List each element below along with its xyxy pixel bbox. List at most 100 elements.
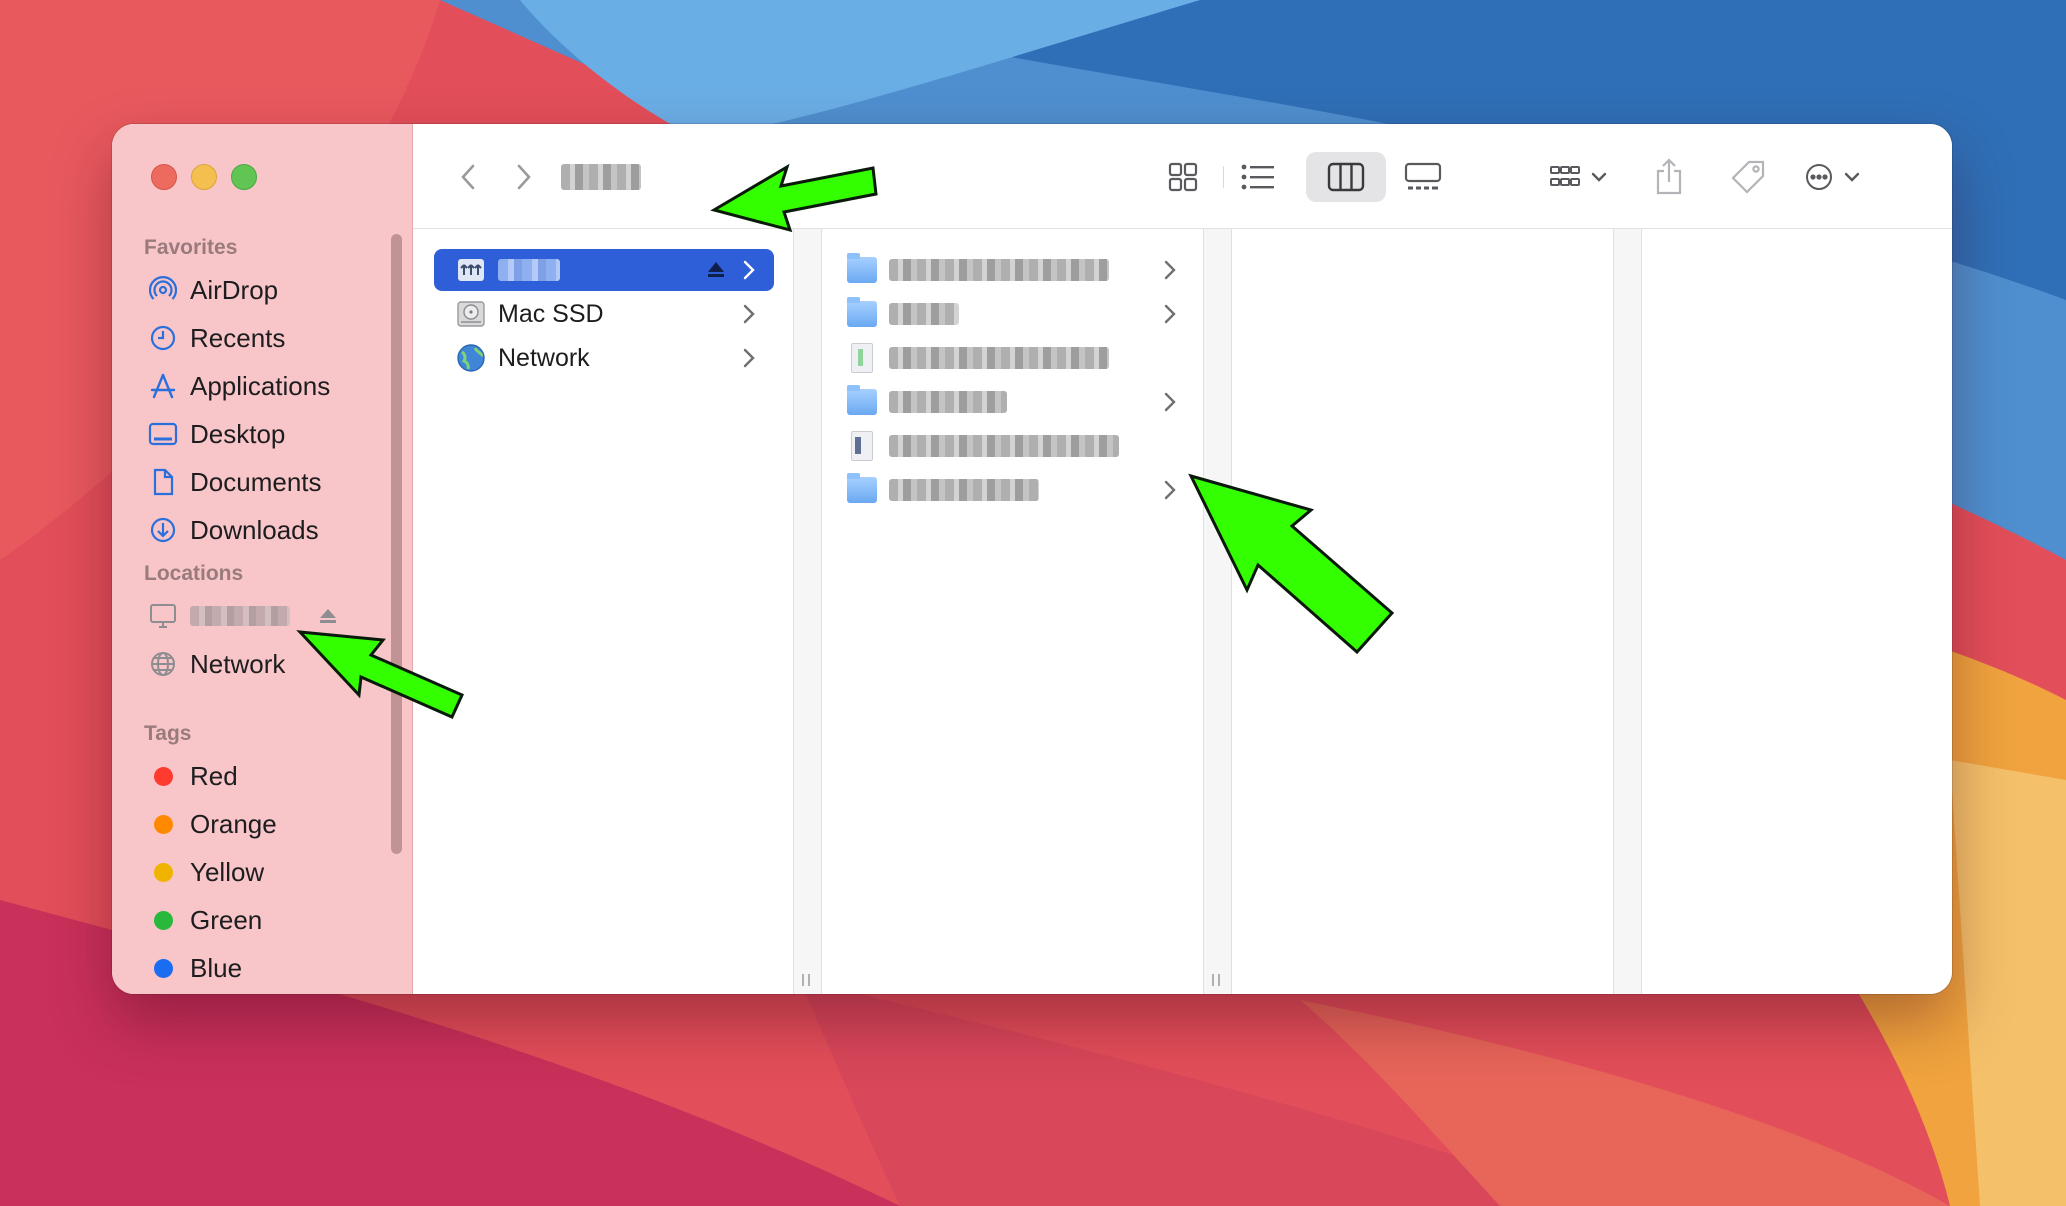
sidebar-tag-yellow[interactable]: Yellow [148,852,388,892]
column-row-selected-volume[interactable] [434,249,774,291]
column-row-folder[interactable] [845,469,1195,511]
sidebar-item-redacted-computer[interactable] [148,596,388,636]
document-icon [148,467,178,497]
column-resize-grip[interactable] [1212,974,1220,986]
back-button[interactable] [453,152,483,202]
tags-heading: Tags [144,722,192,745]
sidebar-item-downloads[interactable]: Downloads [148,510,388,550]
sidebar-item-recents[interactable]: Recents [148,318,388,358]
sidebar-tag-green[interactable]: Green [148,900,388,940]
sidebar-item-label: Orange [190,808,277,839]
column-row-file[interactable] [845,337,1195,379]
zoom-window-button[interactable] [231,164,257,190]
sidebar-item-network[interactable]: Network [148,644,388,684]
redacted-item-name [889,391,1007,413]
sidebar-item-label: Blue [190,952,243,983]
tag-button[interactable] [1723,152,1773,202]
chevron-right-icon [1164,304,1176,324]
column-row-folder[interactable] [845,249,1195,291]
column-divider[interactable] [1203,229,1232,994]
sidebar-item-airdrop[interactable]: AirDrop [148,270,388,310]
share-icon [1656,158,1682,195]
folder-icon [845,297,879,331]
chevron-right-icon [743,304,755,324]
column-row-file[interactable] [845,425,1195,467]
globe-icon [148,649,178,679]
column-browser: Mac SSD Network [413,229,1952,994]
sidebar-tag-blue[interactable]: Blue [148,948,388,988]
network-globe-icon [454,341,488,375]
group-by-button[interactable] [1543,152,1613,202]
redacted-item-name [889,259,1109,281]
group-by-icon [1550,166,1580,186]
download-icon [148,515,178,545]
gallery-view-icon [1404,162,1442,190]
sidebar-item-desktop[interactable]: Desktop [148,414,388,454]
sidebar-item-label: Green [190,904,263,935]
column-view-button[interactable] [1306,152,1386,202]
column-view-icon [1327,162,1365,192]
sidebar-item-label: Recents [190,322,286,353]
redacted-location-name [190,606,290,626]
column-divider[interactable] [793,229,822,994]
column-row-folder[interactable] [845,381,1195,423]
finder-window: Favorites AirDrop Recents Applications D… [112,124,1952,994]
sidebar-scrollbar[interactable] [391,234,402,854]
desktop-icon [148,419,178,449]
sidebar-item-label: Red [190,760,238,791]
gallery-view-button[interactable] [1393,152,1453,202]
icon-view-icon [1168,162,1198,192]
tag-color-dot [154,910,173,930]
toolbar-separator [1223,166,1224,188]
icon-view-button[interactable] [1158,152,1208,202]
column-row-label: Network [498,343,590,372]
more-actions-button[interactable] [1797,152,1867,202]
folder-icon [845,253,879,287]
tag-color-dot [154,766,173,786]
forward-button[interactable] [509,152,539,202]
file-icon [845,341,879,375]
airdrop-icon [148,275,178,305]
eject-icon[interactable] [706,260,726,285]
redacted-item-name [889,303,959,325]
share-button[interactable] [1647,152,1691,202]
eject-icon[interactable] [318,607,338,625]
chevron-right-icon [1164,392,1176,412]
file-icon [845,429,879,463]
sidebar-tag-orange[interactable]: Orange [148,804,388,844]
sidebar-item-label: Yellow [190,856,265,887]
close-window-button[interactable] [151,164,177,190]
sidebar-tag-red[interactable]: Red [148,756,388,796]
column-divider[interactable] [1613,229,1642,994]
sidebar-item-label: Network [190,648,286,679]
chevron-right-icon [1164,260,1176,280]
ellipsis-circle-icon [1806,164,1832,190]
sidebar-item-label: Downloads [190,514,319,545]
folder-icon [845,385,879,419]
column-resize-grip[interactable] [802,974,810,986]
column-row-mac-ssd[interactable]: Mac SSD [434,293,774,335]
sidebar-item-documents[interactable]: Documents [148,462,388,502]
computer-icon [148,601,178,631]
column-row-folder[interactable] [845,293,1195,335]
locations-heading: Locations [144,562,244,585]
folder-icon [845,473,879,507]
tag-icon [1731,160,1765,194]
tag-color-dot [154,958,173,978]
list-view-button[interactable] [1233,152,1283,202]
toolbar [413,124,1952,229]
redacted-item-name [889,435,1119,457]
redacted-item-name [889,479,1039,501]
list-view-icon [1241,164,1274,190]
hard-disk-icon [454,297,488,331]
sidebar-item-label: Applications [190,370,331,401]
column-row-network[interactable]: Network [434,337,774,379]
minimize-window-button[interactable] [191,164,217,190]
chevron-right-icon [517,164,531,190]
chevron-left-icon [461,164,475,190]
sidebar-item-label: AirDrop [190,274,279,305]
chevron-right-icon [743,348,755,368]
clock-icon [148,323,178,353]
sidebar-item-applications[interactable]: Applications [148,366,388,406]
redacted-volume-name [498,259,560,281]
